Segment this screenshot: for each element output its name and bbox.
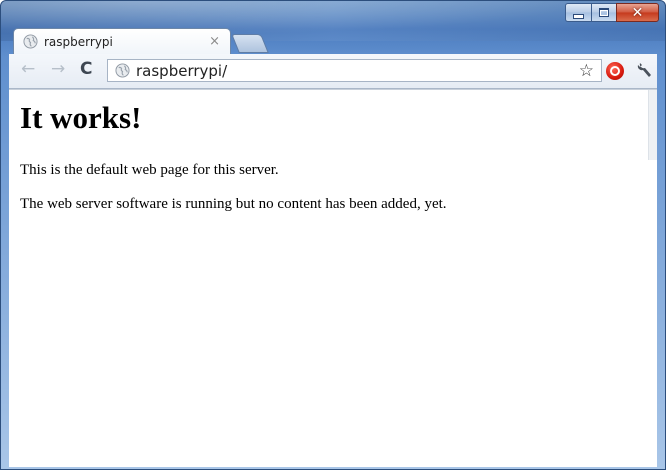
stop-extension-icon[interactable] <box>606 62 624 80</box>
forward-icon[interactable]: → <box>51 61 65 78</box>
close-icon: ✕ <box>631 4 644 21</box>
page-content: It works! This is the default web page f… <box>9 89 657 467</box>
window-controls: ✕ <box>565 3 659 25</box>
url-text[interactable]: raspberrypi/ <box>136 62 227 80</box>
globe-icon <box>23 34 38 49</box>
reload-icon[interactable]: C <box>80 61 92 78</box>
wrench-icon[interactable] <box>637 60 653 78</box>
tab-raspberrypi[interactable]: raspberrypi × <box>13 28 231 54</box>
bookmark-star-icon[interactable]: ☆ <box>579 61 594 81</box>
toolbar: ← → C raspberrypi/ ☆ <box>9 54 657 89</box>
browser-window: ✕ raspberrypi × ← → C raspberrypi/ ☆ It … <box>0 0 666 470</box>
tab-close-icon[interactable]: × <box>209 34 220 49</box>
maximize-button[interactable] <box>591 3 616 22</box>
minimize-button[interactable] <box>565 3 591 22</box>
minimize-icon <box>573 13 584 19</box>
address-bar[interactable]: raspberrypi/ ☆ <box>107 59 602 82</box>
paragraph-default-page: This is the default web page for this se… <box>20 162 279 178</box>
new-tab-button[interactable] <box>231 34 269 53</box>
scrollbar[interactable] <box>648 90 657 160</box>
globe-icon <box>115 63 130 78</box>
back-icon[interactable]: ← <box>21 61 35 78</box>
close-window-button[interactable]: ✕ <box>616 3 659 22</box>
tab-title: raspberrypi <box>44 34 113 49</box>
maximize-icon <box>599 8 609 17</box>
paragraph-server-running: The web server software is running but n… <box>20 196 447 212</box>
page-heading: It works! <box>20 100 142 135</box>
